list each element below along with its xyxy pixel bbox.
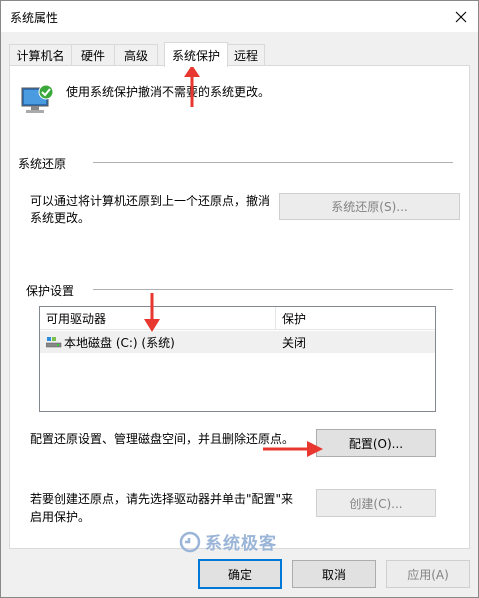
tab-computer-name[interactable]: 计算机名: [9, 44, 72, 66]
drive-list[interactable]: 可用驱动器 保护 本地磁盘 (C:) (系统) 关闭: [39, 306, 436, 412]
system-restore-button[interactable]: 系统还原(S)...: [279, 193, 460, 220]
create-desc-line2: 启用保护。: [30, 510, 91, 524]
system-protection-icon: [21, 84, 54, 113]
tab-system-protection[interactable]: 系统保护: [164, 42, 228, 67]
hard-drive-icon: [46, 337, 62, 348]
window-title: 系统属性: [10, 11, 59, 25]
tab-advanced[interactable]: 高级: [114, 44, 158, 66]
watermark-text: 系统极客: [205, 534, 277, 554]
drive-name: 本地磁盘 (C:) (系统): [64, 336, 175, 350]
drive-protection-status: 关闭: [282, 336, 307, 350]
column-available-drives[interactable]: 可用驱动器: [40, 307, 275, 330]
close-icon: [455, 11, 467, 22]
apply-button[interactable]: 应用(A): [386, 560, 470, 588]
configure-button[interactable]: 配置(O)...: [316, 429, 436, 457]
create-desc-line1: 若要创建还原点，请先选择驱动器并单击"配置"来: [30, 492, 294, 506]
watermark-logo-icon: [179, 531, 201, 552]
tab-hardware[interactable]: 硬件: [71, 44, 115, 66]
create-button[interactable]: 创建(C)...: [316, 489, 436, 517]
watermark: 系统极客: [179, 529, 277, 554]
restore-desc-line2: 系统更改。: [30, 211, 91, 225]
drive-list-header: 可用驱动器 保护: [40, 307, 435, 330]
restore-desc-line1: 可以通过将计算机还原到上一个还原点，撤消: [30, 194, 271, 208]
tab-remote[interactable]: 远程: [227, 44, 265, 66]
protection-divider: [93, 289, 453, 290]
column-protection[interactable]: 保护: [276, 307, 435, 330]
close-button[interactable]: [444, 1, 478, 32]
table-row[interactable]: 本地磁盘 (C:) (系统) 关闭: [40, 331, 435, 353]
system-protection-panel: 使用系统保护撤消不需要的系统更改。 系统还原 可以通过将计算机还原到上一个还原点…: [9, 65, 470, 549]
config-desc: 配置还原设置、管理磁盘空间，并且删除还原点。: [30, 432, 295, 446]
cancel-button[interactable]: 取消: [292, 560, 376, 588]
ok-button[interactable]: 确定: [198, 559, 282, 589]
system-properties-window: 系统属性 计算机名 硬件 高级 系统保护 远程 使用系统保护撤消不需要的系统更改…: [0, 0, 479, 598]
restore-divider: [93, 162, 453, 163]
restore-group-label: 系统还原: [18, 157, 67, 171]
intro-text: 使用系统保护撤消不需要的系统更改。: [66, 85, 271, 99]
protection-group-label: 保护设置: [26, 284, 75, 298]
title-bar: 系统属性: [1, 1, 478, 32]
